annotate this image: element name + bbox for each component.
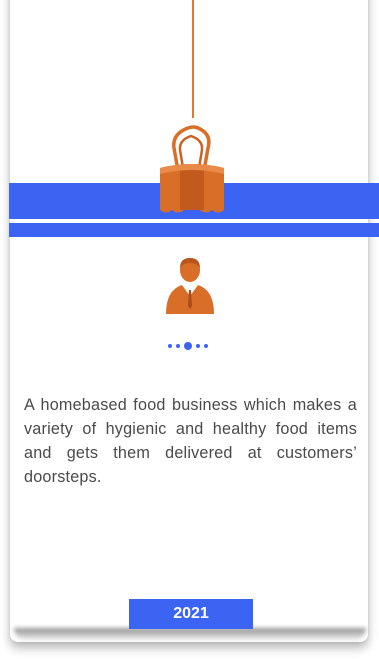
year-badge: 2021 — [129, 599, 253, 629]
business-description: A homebased food business which makes a … — [24, 396, 357, 486]
businessman-icon — [164, 256, 216, 316]
binder-clip-icon — [158, 112, 226, 218]
hanging-string — [192, 0, 194, 118]
pagination-dot[interactable] — [176, 344, 180, 348]
pagination-dot[interactable] — [196, 344, 200, 348]
timeline-card: A homebased food business which makes a … — [0, 0, 379, 659]
paper-sheet — [10, 0, 368, 642]
pagination-dots — [168, 341, 218, 351]
paper-bottom-shadow — [14, 628, 366, 640]
pagination-dot[interactable] — [168, 344, 172, 348]
pagination-dot-active[interactable] — [184, 342, 192, 350]
ribbon-band-lower — [9, 223, 379, 237]
pagination-dot[interactable] — [204, 344, 208, 348]
